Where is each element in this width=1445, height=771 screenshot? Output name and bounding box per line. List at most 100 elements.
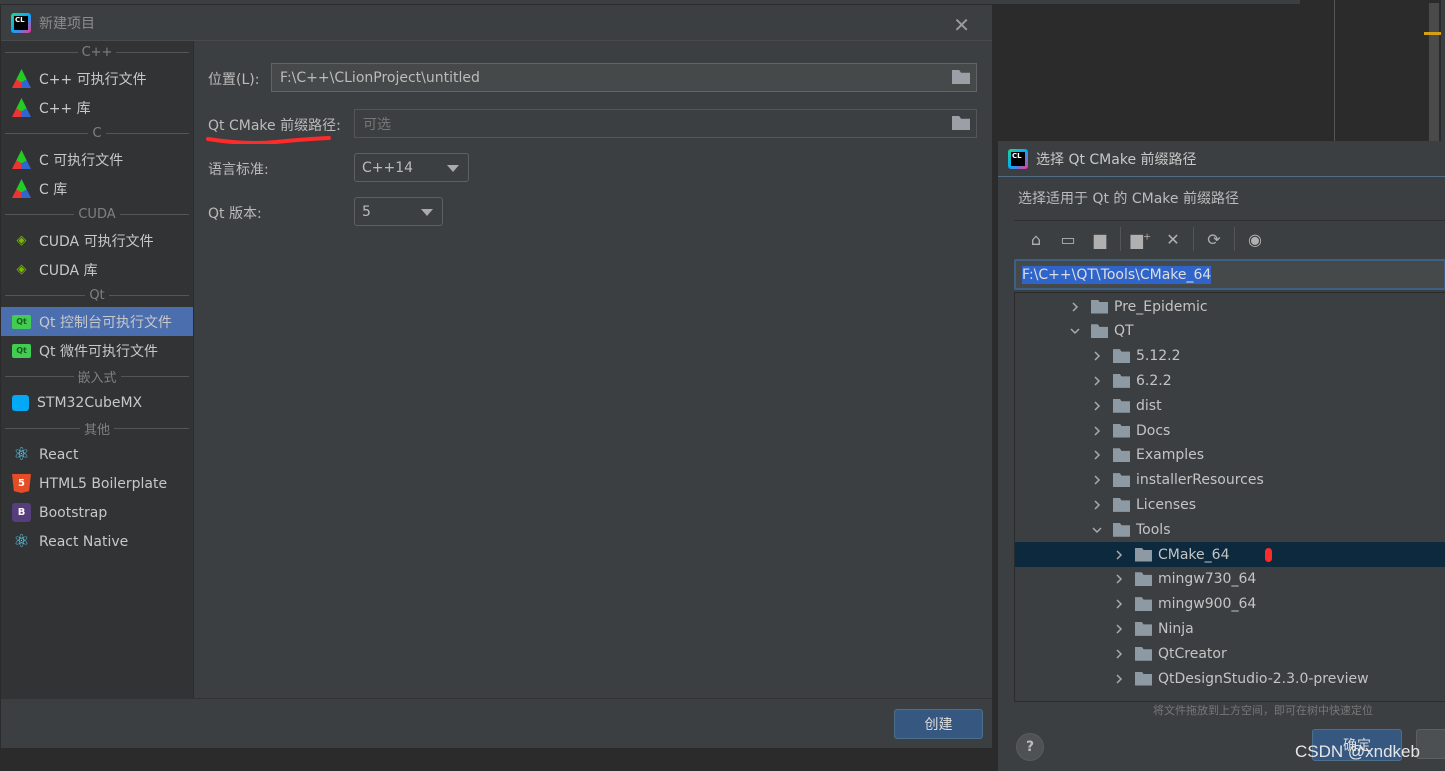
tree-node[interactable]: Licenses (1015, 492, 1445, 517)
chevron-right-icon[interactable] (1091, 425, 1103, 437)
sidebar-item[interactable]: ⚛ React (1, 440, 193, 469)
chevron-right-icon[interactable] (1113, 623, 1125, 635)
chevron-down-icon[interactable] (1091, 524, 1103, 536)
tree-node[interactable]: dist (1015, 393, 1445, 418)
qt-prefix-row: Qt CMake 前缀路径: (208, 115, 341, 135)
sidebar-item[interactable]: C++ 可执行文件 (1, 64, 193, 93)
chevron-right-icon[interactable] (1091, 350, 1103, 362)
red-annotation-mark (1265, 547, 1273, 562)
dialog-titlebar: CL 选择 Qt CMake 前缀路径 (998, 141, 1445, 177)
lang-value: C++14 (362, 159, 414, 176)
tree-node-label: dist (1136, 397, 1162, 414)
tree-node[interactable]: Docs (1015, 418, 1445, 443)
chevron-down-icon[interactable] (1069, 325, 1081, 337)
tree-node-label: Ninja (1158, 620, 1194, 637)
close-icon[interactable]: ✕ (953, 13, 970, 37)
folder-icon (1135, 621, 1152, 636)
chevron-right-icon[interactable] (1091, 375, 1103, 387)
clion-logo-icon: CL (11, 12, 31, 33)
sidebar-item-label: Qt 微件可执行文件 (39, 343, 158, 360)
tree-node[interactable]: mingw900_64 (1015, 592, 1445, 617)
path-input[interactable]: F:\C++\QT\Tools\CMake_64 (1014, 259, 1445, 290)
project-folder-icon[interactable]: ▆ (1084, 228, 1116, 250)
group-label: C++ (81, 45, 113, 60)
project-type-sidebar: C++ C++ 可执行文件 C++ 库C C 可执行文件 C 库 CUDA ◈ CUDA 可执… (1, 41, 194, 698)
tree-node-label: Pre_Epidemic (1114, 298, 1208, 315)
sidebar-item[interactable]: C 可执行文件 (1, 145, 193, 174)
delete-icon[interactable]: ✕ (1157, 228, 1189, 250)
chevron-right-icon[interactable] (1091, 499, 1103, 511)
tree-node[interactable]: mingw730_64 (1015, 567, 1445, 592)
side-tool-strip[interactable] (1441, 0, 1445, 141)
tree-node[interactable]: 6.2.2 (1015, 368, 1445, 393)
new-folder-icon[interactable]: ▆⁺ (1125, 228, 1157, 250)
create-button[interactable]: 创建 (894, 709, 983, 739)
group-label: CUDA (78, 207, 116, 222)
qt-prefix-input[interactable]: 可选 (354, 109, 977, 138)
browse-folder-icon[interactable] (952, 116, 970, 130)
sidebar-item[interactable]: B Bootstrap (1, 498, 193, 527)
desktop-icon[interactable]: ▭ (1052, 228, 1084, 250)
chevron-right-icon[interactable] (1069, 301, 1081, 313)
browse-folder-icon[interactable] (952, 70, 970, 84)
tree-node[interactable]: Pre_Epidemic (1015, 294, 1445, 319)
chevron-right-icon[interactable] (1113, 598, 1125, 610)
cancel-button[interactable] (1416, 729, 1445, 759)
project-settings-form: 位置(L): F:\C++\CLionProject\untitled Qt C… (195, 41, 992, 698)
home-icon[interactable]: ⌂ (1020, 228, 1052, 250)
tree-node[interactable]: Tools (1015, 517, 1445, 542)
tree-node[interactable]: CMake_64 (1015, 542, 1445, 567)
chevron-right-icon[interactable] (1091, 400, 1103, 412)
chevron-right-icon[interactable] (1091, 449, 1103, 461)
sidebar-item[interactable]: C 库 (1, 174, 193, 203)
sidebar-item[interactable]: ◈ CUDA 库 (1, 255, 193, 284)
qt-version-select[interactable]: 5 (354, 197, 443, 226)
show-hidden-icon[interactable]: ◉ (1239, 228, 1271, 250)
location-input[interactable]: F:\C++\CLionProject\untitled (271, 63, 977, 92)
sidebar-item[interactable]: C++ 库 (1, 93, 193, 122)
editor-scrollbar[interactable] (1429, 3, 1439, 141)
tree-node-label: CMake_64 (1158, 546, 1230, 563)
sidebar-item[interactable]: Qt Qt 微件可执行文件 (1, 336, 193, 365)
sidebar-item[interactable]: ◈ CUDA 可执行文件 (1, 226, 193, 255)
chevron-down-icon (421, 209, 433, 216)
cube-icon (12, 394, 29, 411)
toolbar-separator (1120, 227, 1121, 251)
sidebar-item[interactable]: 5 HTML5 Boilerplate (1, 469, 193, 498)
tree-node[interactable]: QtCreator (1015, 641, 1445, 666)
sidebar-item-label: React (39, 446, 79, 463)
qt-icon: Qt (12, 314, 31, 329)
red-annotation-underline (206, 136, 331, 144)
chevron-right-icon[interactable] (1091, 474, 1103, 486)
sidebar-item[interactable]: ⚛ React Native (1, 527, 193, 556)
qt-prefix-placeholder: 可选 (363, 116, 391, 133)
tree-node[interactable]: QtDesignStudio-2.3.0-preview (1015, 666, 1445, 691)
new-project-dialog: CL 新建项目 ✕ C++ C++ 可执行文件 C++ 库C C 可执行文件 C 库 CU… (0, 4, 993, 748)
qt-version-value: 5 (362, 203, 371, 220)
tree-node[interactable]: installerResources (1015, 468, 1445, 493)
tree-node-label: QtDesignStudio-2.3.0-preview (1158, 670, 1369, 687)
tree-node-label: Docs (1136, 422, 1171, 439)
sidebar-group-header: Qt (1, 284, 193, 307)
cmake-triangle-icon (12, 179, 31, 198)
tree-node[interactable]: Ninja (1015, 616, 1445, 641)
folder-icon (1135, 547, 1152, 562)
chevron-right-icon[interactable] (1113, 673, 1125, 685)
file-tree[interactable]: Pre_Epidemic QT 5.12.2 6.2.2 dist Docs Example… (1014, 292, 1445, 702)
tree-node[interactable]: 5.12.2 (1015, 344, 1445, 369)
tree-node[interactable]: Examples (1015, 443, 1445, 468)
sidebar-group-header: CUDA (1, 203, 193, 226)
language-standard-select[interactable]: C++14 (354, 153, 469, 182)
help-button[interactable]: ? (1016, 733, 1044, 761)
cmake-triangle-icon (12, 69, 31, 88)
sidebar-item[interactable]: Qt Qt 控制台可执行文件 (1, 307, 193, 336)
refresh-icon[interactable]: ⟳ (1198, 228, 1230, 250)
tree-node[interactable]: QT (1015, 319, 1445, 344)
sidebar-item[interactable]: STM32CubeMX (1, 388, 193, 417)
chevron-right-icon[interactable] (1113, 648, 1125, 660)
chevron-right-icon[interactable] (1113, 573, 1125, 585)
folder-icon (1135, 597, 1152, 612)
chevron-right-icon[interactable] (1113, 549, 1125, 561)
sidebar-item-label: STM32CubeMX (37, 394, 143, 411)
sidebar-group-header: C++ (1, 41, 193, 64)
